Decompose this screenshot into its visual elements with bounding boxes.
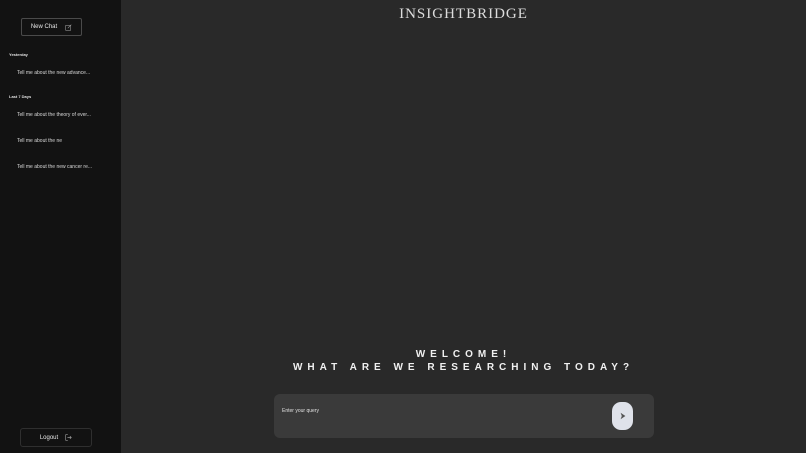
chat-history-item[interactable]: Tell me about the new cancer re... xyxy=(17,164,113,170)
send-button[interactable] xyxy=(612,402,633,430)
main-area: INSIGHTBRIDGE WELCOME! WHAT ARE WE RESEA… xyxy=(121,0,806,453)
send-arrow-icon xyxy=(619,412,627,420)
logout-icon xyxy=(65,434,72,441)
brand-title: INSIGHTBRIDGE xyxy=(399,6,528,22)
welcome-line-1: WELCOME! xyxy=(415,349,512,360)
chat-history-item[interactable]: Tell me about the ne xyxy=(17,138,113,144)
new-chat-label: New Chat xyxy=(30,24,58,30)
edit-icon xyxy=(65,23,72,31)
query-box xyxy=(274,394,654,438)
welcome-message: WELCOME! WHAT ARE WE RESEARCHING TODAY? xyxy=(121,348,806,374)
app-root: New Chat Yesterday Tell me about the new… xyxy=(0,0,806,453)
logout-label: Logout xyxy=(39,434,59,441)
section-label-last-7-days: Last 7 Days xyxy=(9,94,32,99)
sidebar: New Chat Yesterday Tell me about the new… xyxy=(0,0,121,453)
logout-button[interactable]: Logout xyxy=(20,428,92,447)
chat-history-item[interactable]: Tell me about the theory of ever... xyxy=(17,112,113,118)
new-chat-button[interactable]: New Chat xyxy=(21,18,82,36)
chat-history-item[interactable]: Tell me about the new advance... xyxy=(17,70,113,76)
section-label-yesterday: Yesterday xyxy=(9,52,28,57)
query-input[interactable] xyxy=(282,406,602,416)
welcome-line-2: WHAT ARE WE RESEARCHING TODAY? xyxy=(292,362,635,373)
